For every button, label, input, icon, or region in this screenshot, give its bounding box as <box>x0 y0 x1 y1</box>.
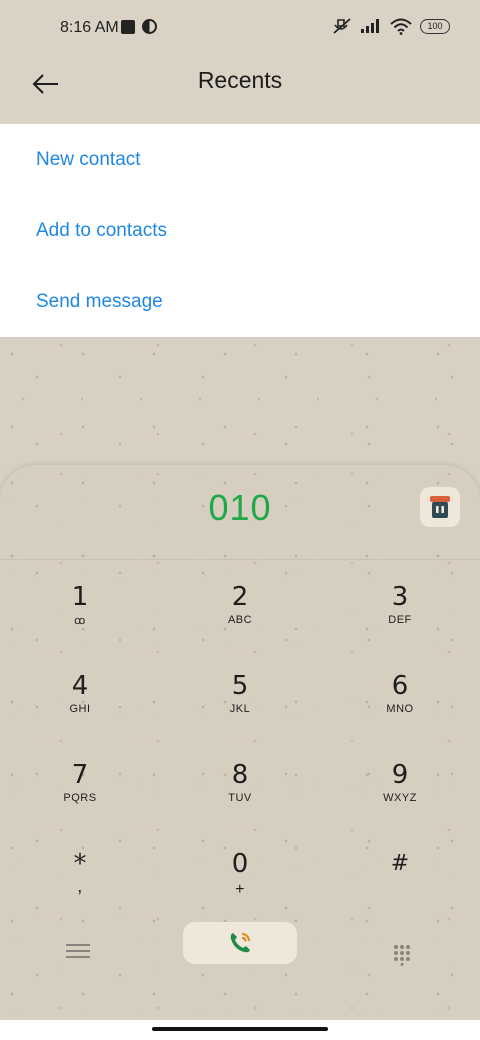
theme-shop-button[interactable] <box>420 487 460 527</box>
key-9[interactable]: 9 WXYZ <box>345 760 455 830</box>
key-star[interactable]: * , <box>25 849 135 919</box>
call-button[interactable] <box>183 922 297 964</box>
page-title: Recents <box>197 67 283 93</box>
app-header: Recents <box>0 56 480 124</box>
key-8[interactable]: 8 TUV <box>185 760 295 830</box>
key-letters: JKL <box>229 703 251 715</box>
status-time: 8:16 AM <box>60 19 119 36</box>
key-digit: 8 <box>231 760 249 790</box>
status-bar: 8:16 AM 100 <box>0 0 480 56</box>
status-icons: 100 <box>332 17 450 35</box>
notification-square-icon <box>121 20 135 34</box>
key-letters: PQRS <box>63 792 97 804</box>
key-digit: 7 <box>71 760 89 790</box>
key-0[interactable]: 0 + <box>185 849 295 919</box>
key-digit: 6 <box>391 671 409 701</box>
dialed-number[interactable]: 010 <box>0 487 480 529</box>
key-letters: GHI <box>69 703 91 715</box>
divider <box>0 559 480 560</box>
mute-icon <box>333 18 351 34</box>
key-letters: , <box>77 876 83 896</box>
key-letters: + <box>235 881 245 898</box>
key-letters: TUV <box>228 792 252 804</box>
menu-icon <box>66 944 90 958</box>
key-4[interactable]: 4 GHI <box>25 671 135 741</box>
key-digit: 0 <box>231 849 249 879</box>
send-message-button[interactable]: Send message <box>36 291 163 313</box>
key-digit: 5 <box>231 671 249 701</box>
key-letters: MNO <box>386 703 414 715</box>
circle-app-icon <box>142 19 157 34</box>
key-3[interactable]: 3 DEF <box>345 582 455 652</box>
key-letters <box>345 881 455 895</box>
shop-icon <box>430 496 450 518</box>
key-5[interactable]: 5 JKL <box>185 671 295 741</box>
key-letters: WXYZ <box>383 792 417 804</box>
action-menu: New contact Add to contacts Send message <box>0 124 480 337</box>
key-digit: 1 <box>71 582 89 612</box>
key-6[interactable]: 6 MNO <box>345 671 455 741</box>
key-digit: 3 <box>391 582 409 612</box>
key-digit: # <box>390 851 410 876</box>
menu-button[interactable] <box>66 944 90 964</box>
key-letters: ABC <box>227 614 253 626</box>
key-digit: 4 <box>71 671 89 701</box>
home-indicator[interactable] <box>152 1027 328 1031</box>
key-7[interactable]: 7 PQRS <box>25 760 135 830</box>
key-2[interactable]: 2 ABC <box>185 582 295 652</box>
voicemail-icon: ꝏ <box>74 615 86 627</box>
key-digit: * <box>73 849 87 879</box>
battery-icon: 100 <box>420 18 450 34</box>
keypad-icon <box>394 945 410 966</box>
dialer-bottom-bar <box>0 920 480 970</box>
key-1[interactable]: 1 ꝏ <box>25 582 135 652</box>
add-to-contacts-button[interactable]: Add to contacts <box>36 220 167 242</box>
key-digit: 9 <box>391 760 409 790</box>
call-icon <box>230 932 251 953</box>
signal-icon <box>361 19 379 33</box>
key-letters: DEF <box>388 614 412 626</box>
new-contact-button[interactable]: New contact <box>36 149 141 171</box>
wifi-icon <box>390 18 412 35</box>
keypad-toggle-button[interactable] <box>392 944 412 966</box>
key-hash[interactable]: # <box>345 849 455 919</box>
key-digit: 2 <box>231 582 249 612</box>
